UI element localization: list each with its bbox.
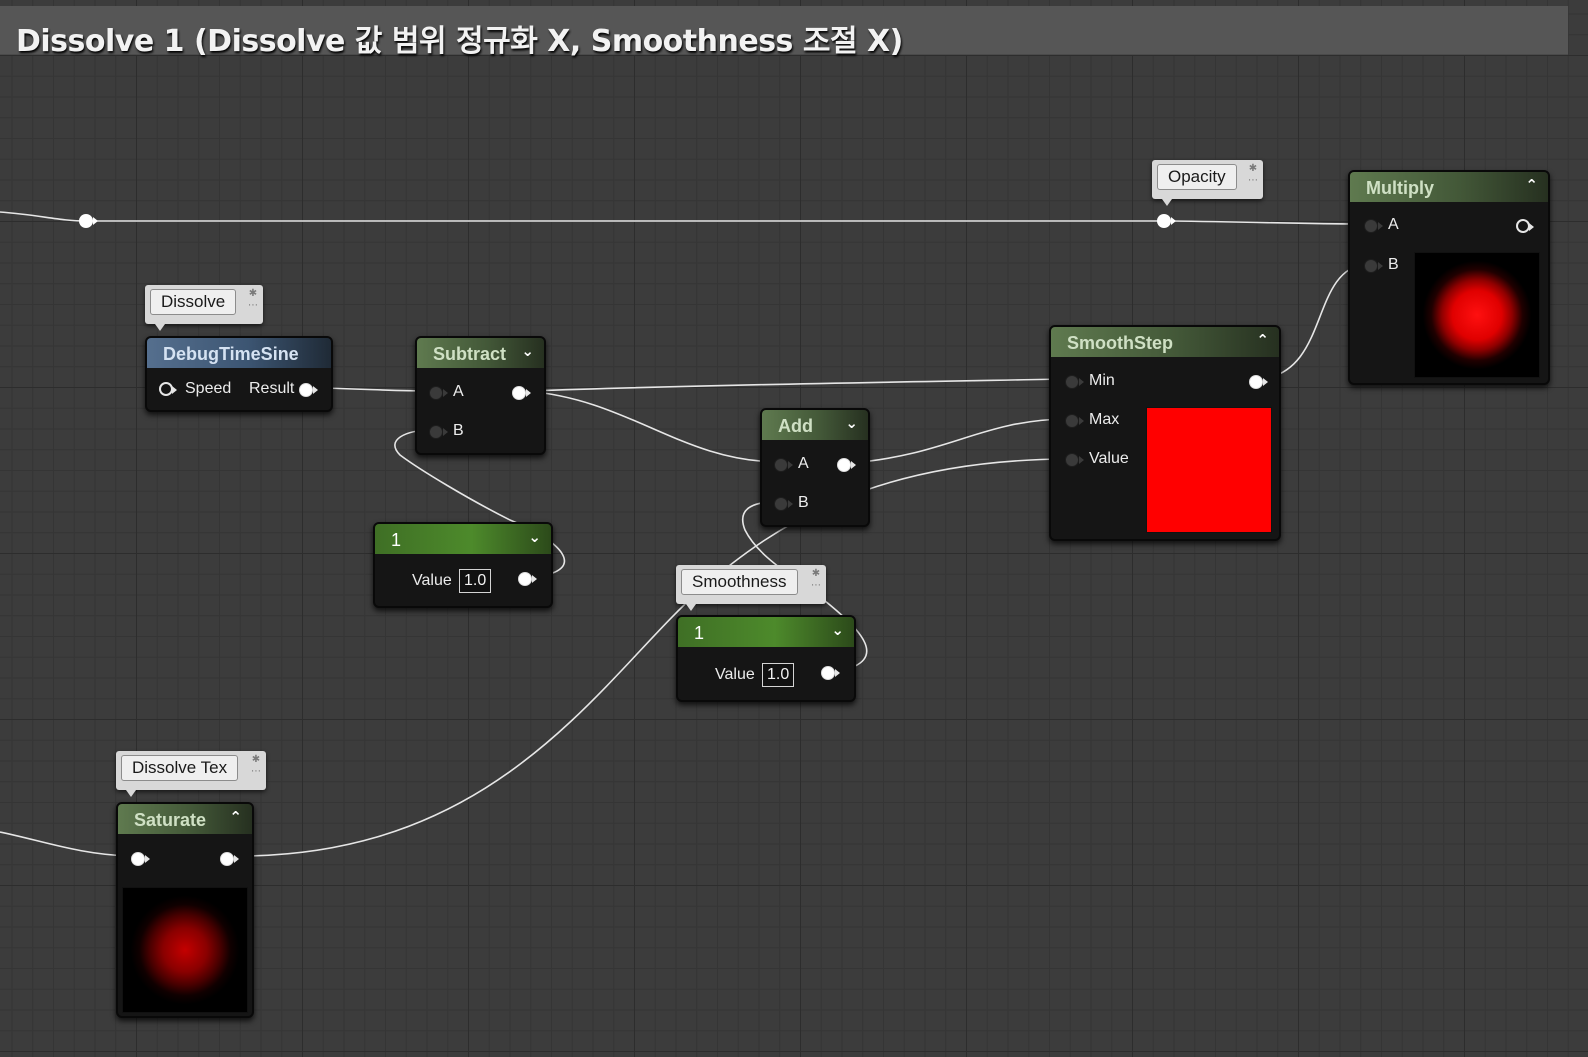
node-preview xyxy=(1414,252,1540,378)
node-smoothstep[interactable]: SmoothStep ⌃ Min Max Value xyxy=(1049,325,1281,541)
input-pin-a[interactable] xyxy=(774,458,793,472)
node-constant-1[interactable]: 1 ⌄ Value 1.0 xyxy=(373,522,553,608)
node-title: Saturate xyxy=(134,810,207,830)
wire-left-to-reroute xyxy=(0,211,87,222)
parameter-tail xyxy=(1162,199,1172,206)
node-header[interactable]: Saturate ⌃ xyxy=(118,804,252,834)
wire-subtract-to-add-a xyxy=(526,390,777,463)
node-title: Multiply xyxy=(1366,178,1434,198)
chevron-up-icon[interactable]: ⌃ xyxy=(1256,331,1269,349)
pin-icon[interactable]: ✱ ⋯ xyxy=(1247,163,1259,189)
pin-label-a: A xyxy=(798,455,809,472)
chevron-up-icon[interactable]: ⌃ xyxy=(229,808,242,826)
output-pin[interactable] xyxy=(1249,375,1268,389)
chevron-down-icon[interactable]: ⌄ xyxy=(521,342,534,360)
pin-label-a: A xyxy=(453,383,464,400)
pin-label-value: Value xyxy=(412,572,452,589)
node-title: SmoothStep xyxy=(1067,333,1173,353)
node-header[interactable]: 1 ⌄ xyxy=(375,524,551,554)
node-title: 1 xyxy=(694,623,705,643)
chevron-down-icon[interactable]: ⌄ xyxy=(845,414,858,432)
comment-header[interactable]: Dissolve 1 (Dissolve 값 범위 정규화 X, Smoothn… xyxy=(0,6,1568,59)
pin-label-min: Min xyxy=(1089,372,1115,389)
node-add[interactable]: Add ⌄ A B xyxy=(760,408,870,527)
node-debug-time-sine[interactable]: DebugTimeSine Speed Result xyxy=(145,336,333,412)
input-pin-max[interactable] xyxy=(1065,414,1084,428)
node-subtract[interactable]: Subtract ⌄ A B xyxy=(415,336,546,455)
wire-left-to-saturate xyxy=(0,831,133,857)
reroute-node-opacity[interactable] xyxy=(1157,214,1176,228)
pin-icon[interactable]: ✱ ⋯ xyxy=(250,754,262,780)
parameter-tail xyxy=(686,604,696,611)
node-header[interactable]: Multiply ⌃ xyxy=(1350,172,1548,202)
input-pin-b[interactable] xyxy=(1364,259,1383,273)
reroute-node-left[interactable] xyxy=(79,214,98,228)
node-title: 1 xyxy=(391,530,402,550)
chevron-down-icon[interactable]: ⌄ xyxy=(528,528,541,546)
pin-label-b: B xyxy=(798,494,809,511)
node-header[interactable]: DebugTimeSine xyxy=(147,338,331,368)
parameter-smoothness[interactable]: Smoothness ✱ ⋯ xyxy=(676,565,826,611)
pin-label-value: Value xyxy=(1089,450,1129,467)
wire-add-to-smoothstep-max xyxy=(849,418,1068,464)
output-pin[interactable] xyxy=(821,666,840,680)
node-header[interactable]: 1 ⌄ xyxy=(678,617,854,647)
pin-label-speed: Speed xyxy=(185,380,232,397)
output-pin[interactable] xyxy=(220,852,239,866)
output-pin-result[interactable] xyxy=(299,383,318,397)
output-pin[interactable] xyxy=(837,458,856,472)
chevron-up-icon[interactable]: ⌃ xyxy=(1525,176,1538,194)
node-header[interactable]: Subtract ⌄ xyxy=(417,338,544,368)
value-input[interactable]: 1.0 xyxy=(762,663,795,687)
node-header[interactable]: Add ⌄ xyxy=(762,410,868,440)
input-pin-b[interactable] xyxy=(429,425,448,439)
chevron-down-icon[interactable]: ⌄ xyxy=(831,621,844,639)
node-constant-2[interactable]: 1 ⌄ Value 1.0 xyxy=(676,615,856,702)
parameter-smoothness-label: Smoothness xyxy=(681,569,798,595)
pin-label-max: Max xyxy=(1089,411,1120,428)
node-title: DebugTimeSine xyxy=(163,344,299,364)
input-pin-a[interactable] xyxy=(1364,219,1383,233)
output-pin[interactable] xyxy=(518,572,537,586)
parameter-tail xyxy=(155,324,165,331)
output-pin[interactable] xyxy=(512,386,531,400)
input-pin-b[interactable] xyxy=(774,497,793,511)
output-pin[interactable] xyxy=(1516,219,1534,233)
wire-saturate-to-smoothstep-value xyxy=(237,458,1068,857)
node-multiply[interactable]: Multiply ⌃ A B xyxy=(1348,170,1550,385)
pin-label-value: Value xyxy=(715,666,755,683)
parameter-opacity-label: Opacity xyxy=(1157,164,1237,190)
value-input[interactable]: 1.0 xyxy=(459,569,492,593)
wire-opacity-to-multiply-a xyxy=(1169,220,1367,225)
pin-label-b: B xyxy=(453,422,464,439)
input-pin-a[interactable] xyxy=(429,386,448,400)
node-title: Add xyxy=(778,416,813,436)
input-pin-speed[interactable] xyxy=(159,382,177,396)
input-pin-value[interactable] xyxy=(1065,453,1084,467)
pin-label-b: B xyxy=(1388,256,1399,273)
parameter-opacity[interactable]: Opacity ✱ ⋯ xyxy=(1152,160,1263,206)
pin-icon[interactable]: ✱ ⋯ xyxy=(247,288,259,314)
wire-subtract-to-smoothstep-min xyxy=(526,378,1068,392)
node-header[interactable]: SmoothStep ⌃ xyxy=(1051,327,1279,357)
input-pin[interactable] xyxy=(131,852,150,866)
pin-label-result: Result xyxy=(249,380,295,397)
parameter-tail xyxy=(126,790,136,797)
node-preview xyxy=(122,887,248,1013)
pin-icon[interactable]: ✱ ⋯ xyxy=(810,568,822,594)
parameter-dissolve[interactable]: Dissolve ✱ ⋯ xyxy=(145,285,263,331)
parameter-dissolve-label: Dissolve xyxy=(150,289,237,315)
node-preview xyxy=(1146,407,1272,533)
node-saturate[interactable]: Saturate ⌃ xyxy=(116,802,254,1018)
parameter-dissolve-tex-label: Dissolve Tex xyxy=(121,755,239,781)
pin-label-a: A xyxy=(1388,216,1399,233)
parameter-dissolve-tex[interactable]: Dissolve Tex ✱ ⋯ xyxy=(116,751,266,797)
input-pin-min[interactable] xyxy=(1065,375,1084,389)
comment-title: Dissolve 1 (Dissolve 값 범위 정규화 X, Smoothn… xyxy=(16,24,903,59)
node-title: Subtract xyxy=(433,344,507,364)
